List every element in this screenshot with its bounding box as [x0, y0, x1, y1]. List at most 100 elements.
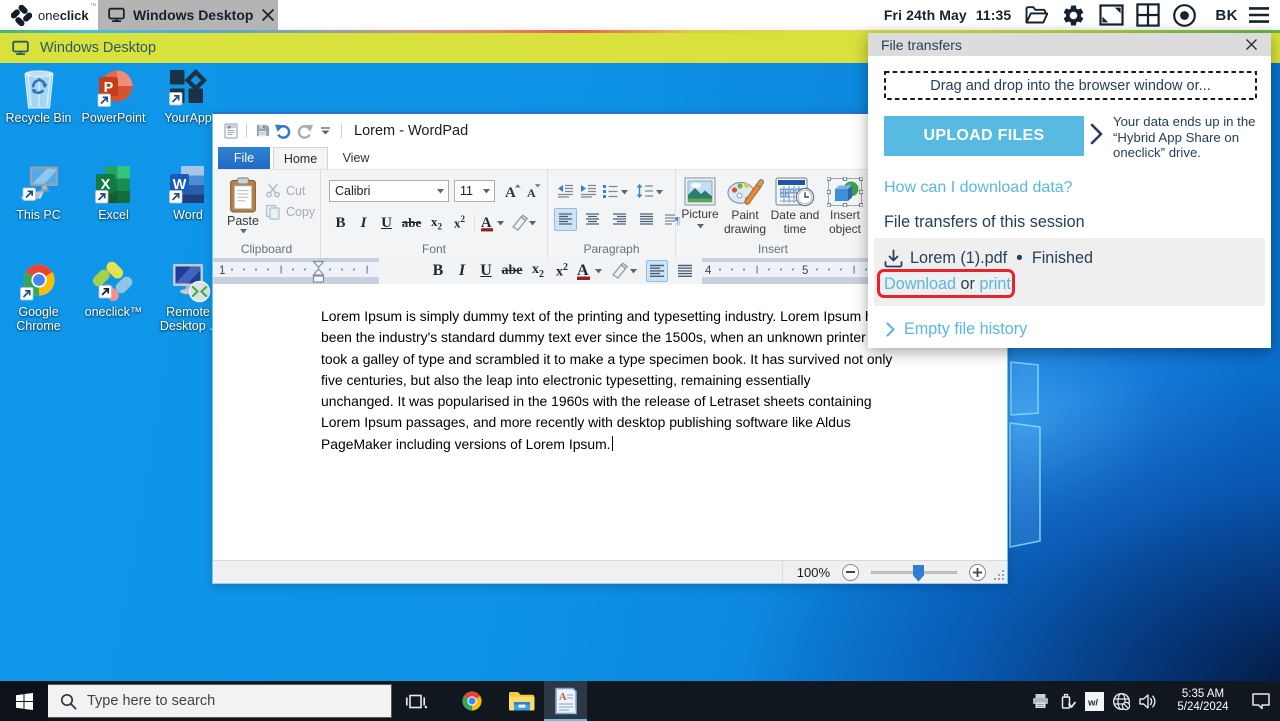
- tab-home[interactable]: Home: [273, 147, 328, 169]
- svg-text:A: A: [505, 185, 516, 199]
- zoom-slider[interactable]: [871, 571, 957, 574]
- record-button[interactable]: [1172, 0, 1197, 30]
- screen: oneclick™ Windows Desktop Fri 24th May11…: [0, 0, 1280, 721]
- highlight-color-button[interactable]: [508, 211, 540, 235]
- underline-button[interactable]: U: [474, 260, 498, 282]
- session-tab[interactable]: Windows Desktop: [98, 0, 278, 30]
- insert-object-button[interactable]: Insertobject: [822, 177, 868, 236]
- window-resize-grip[interactable]: [993, 569, 1006, 582]
- download-help-link[interactable]: How can I download data?: [884, 179, 1073, 197]
- tray-usb-icon[interactable]: [1054, 681, 1081, 721]
- multi-monitor-grid-button[interactable]: [1136, 0, 1160, 30]
- cut-button[interactable]: Cut: [265, 183, 305, 198]
- tray-network-globe-icon[interactable]: [1108, 681, 1135, 721]
- system-tray: w/ 5:35 AM 5/24/2024: [1027, 681, 1280, 721]
- align-center-button[interactable]: [581, 208, 604, 231]
- undo-button[interactable]: [273, 119, 294, 143]
- files-folder-button[interactable]: [1024, 0, 1048, 30]
- oneclick-logo-icon: [11, 5, 32, 26]
- taskbar-chrome-button[interactable]: [450, 681, 494, 721]
- task-view-button[interactable]: [394, 681, 438, 721]
- taskbar-file-explorer-button[interactable]: [500, 681, 544, 721]
- desktop-icon-excel[interactable]: X Excel: [76, 163, 151, 260]
- align-right-button[interactable]: [608, 208, 631, 231]
- start-button[interactable]: [0, 681, 48, 721]
- tray-app-w-icon[interactable]: w/: [1081, 681, 1108, 721]
- panel-close-icon[interactable]: [1245, 38, 1258, 51]
- upload-note-line1: Your data ends up in the: [1113, 114, 1256, 129]
- line-spacing-caret[interactable]: [656, 182, 663, 200]
- insert-picture-button[interactable]: Picture: [678, 177, 722, 229]
- empty-file-history-link[interactable]: Empty file history: [886, 320, 1027, 339]
- user-avatar-initials[interactable]: BK: [1215, 0, 1238, 30]
- alert-bar-label: Windows Desktop: [40, 40, 156, 56]
- copy-button[interactable]: Copy: [265, 204, 315, 220]
- quick-access-dropdown[interactable]: [315, 119, 336, 143]
- shrink-font-button[interactable]: A: [522, 179, 545, 203]
- paste-label: Paste: [227, 214, 259, 228]
- desktop-icon-label: Google Chrome: [2, 305, 76, 333]
- desktop-icon-recycle-bin[interactable]: Recycle Bin: [1, 66, 76, 163]
- font-family-combobox[interactable]: Calibri: [329, 180, 449, 202]
- upload-files-button[interactable]: UPLOAD FILES: [884, 116, 1084, 156]
- justify-button[interactable]: [674, 260, 696, 282]
- tab-close-icon[interactable]: [261, 8, 275, 22]
- font-size-combobox[interactable]: 11: [454, 180, 495, 202]
- decrease-indent-button[interactable]: [554, 179, 577, 202]
- line-spacing-button[interactable]: [634, 179, 656, 202]
- tray-volume-icon[interactable]: [1135, 681, 1162, 721]
- paste-button[interactable]: Paste: [223, 177, 263, 249]
- drag-drop-zone[interactable]: Drag and drop into the browser window or…: [884, 71, 1257, 100]
- desktop-icon-oneclick[interactable]: oneclick™: [76, 260, 151, 357]
- increase-indent-button[interactable]: [577, 179, 600, 202]
- list-button[interactable]: [600, 179, 620, 202]
- fullscreen-button[interactable]: [1099, 0, 1124, 30]
- logo-text-click: click: [60, 8, 89, 23]
- strikethrough-button[interactable]: abe: [498, 260, 526, 282]
- subscript-button[interactable]: x2: [425, 211, 448, 235]
- desktop-icon-this-pc[interactable]: This PC: [1, 163, 76, 260]
- print-link[interactable]: print: [979, 275, 1011, 293]
- redo-button[interactable]: [294, 119, 315, 143]
- save-button[interactable]: [252, 119, 273, 143]
- desktop-icon-powerpoint[interactable]: P PowerPoint: [76, 66, 151, 163]
- session-datetime: Fri 24th May11:35: [884, 7, 1011, 23]
- taskbar-wordpad-button[interactable]: A: [544, 681, 587, 721]
- insert-group-label: Insert: [676, 242, 870, 256]
- desktop-icon-google-chrome[interactable]: Google Chrome: [1, 260, 76, 357]
- zoom-in-button[interactable]: [969, 564, 986, 581]
- tab-view[interactable]: View: [331, 147, 381, 169]
- tab-file[interactable]: File: [218, 147, 270, 169]
- underline-button[interactable]: U: [375, 211, 398, 235]
- menu-hamburger-button[interactable]: [1248, 0, 1270, 30]
- paint-drawing-button[interactable]: Paintdrawing: [722, 177, 768, 236]
- taskbar-search-box[interactable]: Type here to search: [48, 684, 392, 718]
- strikethrough-button[interactable]: abe: [398, 211, 425, 235]
- align-left-button[interactable]: [554, 208, 577, 231]
- date-time-button[interactable]: Date andtime: [768, 177, 822, 236]
- taskbar-clock[interactable]: 5:35 AM 5/24/2024: [1170, 688, 1236, 715]
- shortcut-arrow-badge: [20, 288, 33, 301]
- tray-printer-icon[interactable]: [1027, 681, 1054, 721]
- list-dropdown-caret[interactable]: [621, 182, 628, 200]
- align-left-button[interactable]: [646, 260, 668, 282]
- zoom-level: 100%: [797, 565, 830, 580]
- font-color-button[interactable]: A: [478, 211, 508, 235]
- highlight-color-button[interactable]: [606, 260, 642, 282]
- font-color-button[interactable]: A: [574, 260, 606, 282]
- download-link[interactable]: Download: [884, 275, 956, 293]
- wordpad-app-icon: [220, 119, 241, 143]
- grow-font-button[interactable]: A: [501, 179, 524, 203]
- superscript-button[interactable]: x2: [448, 211, 471, 235]
- superscript-button[interactable]: x2: [550, 260, 574, 282]
- search-icon: [60, 693, 77, 710]
- zoom-out-button[interactable]: [842, 564, 859, 581]
- italic-button[interactable]: I: [450, 260, 474, 282]
- subscript-button[interactable]: x2: [526, 260, 550, 282]
- bold-button[interactable]: B: [426, 260, 450, 282]
- bold-button[interactable]: B: [329, 211, 352, 235]
- action-center-icon[interactable]: [1242, 681, 1280, 721]
- justify-button[interactable]: [635, 208, 658, 231]
- settings-gear-button[interactable]: [1061, 0, 1086, 30]
- italic-button[interactable]: I: [352, 211, 375, 235]
